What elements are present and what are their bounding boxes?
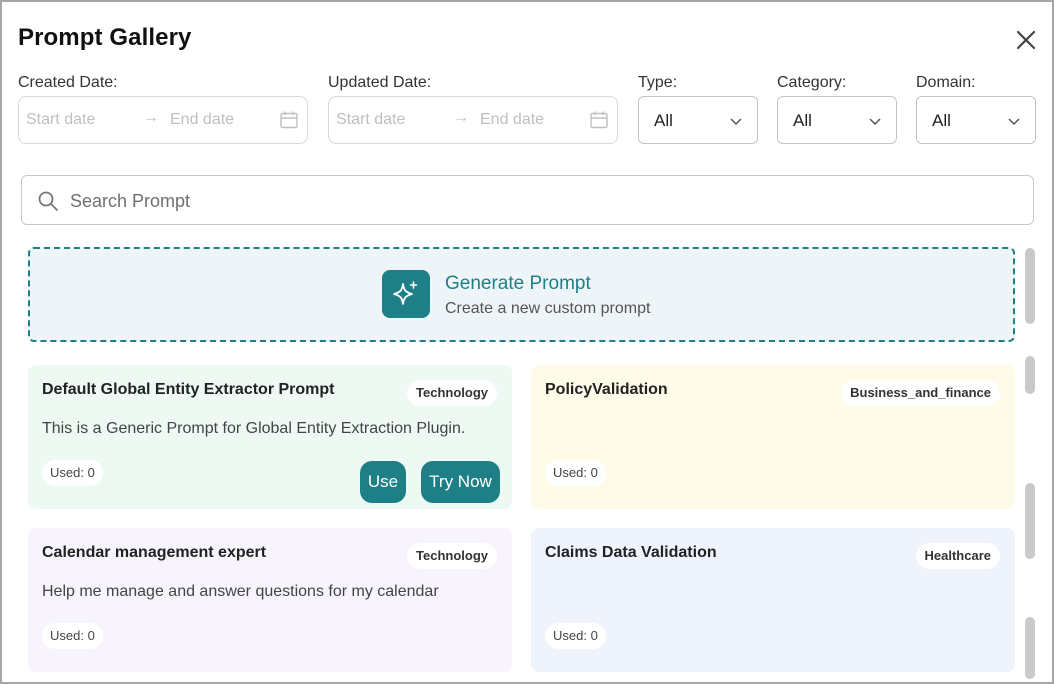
scrollbar-thumb[interactable] <box>1025 248 1035 324</box>
category-badge: Healthcare <box>915 543 1000 569</box>
category-badge: Technology <box>407 380 497 406</box>
scrollbar-segment[interactable] <box>1025 356 1035 394</box>
category-badge: Business_and_finance <box>841 380 1000 406</box>
prompt-card[interactable]: Default Global Entity Extractor Prompt T… <box>28 365 512 509</box>
generate-prompt-title: Generate Prompt <box>445 273 591 294</box>
updated-date-label: Updated Date: <box>328 74 432 91</box>
created-date-label: Created Date: <box>18 74 118 91</box>
prompt-card-title: Calendar management expert <box>42 544 267 561</box>
scrollbar-segment[interactable] <box>1025 483 1035 559</box>
prompt-gallery-dialog: Prompt Gallery Created Date: Start date … <box>0 0 1054 684</box>
type-label: Type: <box>638 74 678 91</box>
created-end-date-input[interactable]: End date <box>170 111 234 129</box>
domain-select[interactable]: All <box>916 96 1036 144</box>
chevron-down-icon <box>730 118 742 126</box>
category-select-value: All <box>793 111 812 130</box>
type-select[interactable]: All <box>638 96 758 144</box>
category-badge: Technology <box>407 543 497 569</box>
chevron-down-icon <box>869 118 881 126</box>
search-icon <box>38 191 58 211</box>
type-select-value: All <box>654 111 673 130</box>
created-date-range-picker[interactable]: Start date → End date <box>18 96 308 144</box>
updated-end-date-input[interactable]: End date <box>480 111 544 129</box>
use-button[interactable]: Use <box>360 461 406 503</box>
usage-count-badge: Used: 0 <box>42 460 103 486</box>
scrollbar-segment[interactable] <box>1025 617 1035 679</box>
range-arrow-icon: → <box>453 109 469 126</box>
try-now-button[interactable]: Try Now <box>421 461 500 503</box>
category-select[interactable]: All <box>777 96 897 144</box>
prompt-card[interactable]: PolicyValidation Business_and_finance Us… <box>531 365 1015 509</box>
created-start-date-input[interactable]: Start date <box>26 111 95 129</box>
generate-prompt-card[interactable]: Generate Prompt Create a new custom prom… <box>28 247 1015 342</box>
domain-label: Domain: <box>916 74 976 91</box>
prompt-card-title: Claims Data Validation <box>545 544 717 561</box>
dialog-title: Prompt Gallery <box>18 24 192 51</box>
domain-select-value: All <box>932 111 951 130</box>
search-bar <box>21 175 1034 225</box>
search-input[interactable] <box>70 186 970 216</box>
updated-start-date-input[interactable]: Start date <box>336 111 405 129</box>
usage-count-badge: Used: 0 <box>545 623 606 649</box>
close-icon[interactable] <box>1014 28 1038 52</box>
usage-count-badge: Used: 0 <box>42 623 103 649</box>
calendar-icon <box>590 111 608 129</box>
prompt-card-description: This is a Generic Prompt for Global Enti… <box>42 420 466 437</box>
prompt-card-title: Default Global Entity Extractor Prompt <box>42 381 335 398</box>
sparkle-icon <box>382 270 430 318</box>
range-arrow-icon: → <box>143 109 159 126</box>
prompt-card-title: PolicyValidation <box>545 381 668 398</box>
calendar-icon <box>280 111 298 129</box>
prompt-card-description: Help me manage and answer questions for … <box>42 583 439 600</box>
usage-count-badge: Used: 0 <box>545 460 606 486</box>
prompt-card[interactable]: Claims Data Validation Healthcare Used: … <box>531 528 1015 672</box>
chevron-down-icon <box>1008 118 1020 126</box>
prompt-card[interactable]: Calendar management expert Technology He… <box>28 528 512 672</box>
generate-prompt-subtitle: Create a new custom prompt <box>445 300 651 317</box>
category-label: Category: <box>777 74 847 91</box>
updated-date-range-picker[interactable]: Start date → End date <box>328 96 618 144</box>
